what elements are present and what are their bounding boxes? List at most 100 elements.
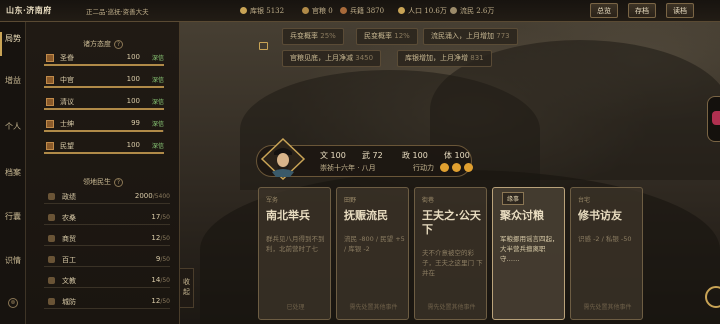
card-footer: 已处理: [286, 304, 305, 311]
card-title: 王夫之·公天下: [422, 209, 481, 236]
faction-icon: [46, 142, 54, 150]
overview-button[interactable]: 总览: [590, 3, 618, 18]
stat-zheng: 政 100: [402, 151, 428, 160]
trade-icon: [48, 235, 55, 242]
top-bar: 山东·济南府 正二品·巡抚·资善大夫 库银 5132 官粮 0 兵籍 3870 …: [0, 0, 720, 22]
stance-fill: [44, 86, 164, 88]
record-icon: [712, 111, 720, 125]
card-category: 街巷: [422, 197, 435, 204]
card-category: 田野: [344, 197, 357, 204]
stance-row: 士绅 99 深信: [44, 119, 164, 136]
dev-row: 文教 14/50: [44, 276, 170, 293]
mutiny-chance: 兵变概率 25%: [282, 28, 344, 45]
governor-portrait[interactable]: [260, 138, 306, 180]
stance-fill: [44, 108, 164, 110]
dev-title: 领地民生?: [26, 177, 180, 187]
tab-buffs[interactable]: 增益: [0, 76, 26, 86]
stat-wen: 文 100: [320, 151, 346, 160]
action-points-label: 行动力: [413, 164, 434, 172]
card-desc: 识感 -2 / 私银 -50: [578, 235, 632, 243]
resource-grain: 官粮 0: [302, 6, 333, 16]
card-desc: 群兵见八月得到不到利，北前营时了七: [266, 235, 325, 253]
side-widget[interactable]: [707, 96, 720, 142]
card-category: 军务: [266, 197, 279, 204]
stance-fill: [44, 64, 164, 66]
resource-silver: 库银 5132: [240, 6, 284, 16]
card-title: 修书访友: [578, 209, 622, 222]
craft-icon: [48, 256, 55, 263]
action-point-dot: [452, 163, 461, 172]
help-icon[interactable]: ?: [114, 40, 123, 49]
card-footer: 需先处置其他事件: [583, 304, 632, 311]
collapse-button[interactable]: 收起: [180, 268, 194, 308]
card-title: 聚众讨粮: [500, 209, 544, 222]
card-footer: 需先处置其他事件: [427, 304, 476, 311]
settings-icon[interactable]: ⊗: [8, 298, 18, 308]
stance-row: 圣眷 100 深信: [44, 53, 164, 70]
dev-row: 百工 9/50: [44, 255, 170, 272]
faction-icon: [46, 120, 54, 128]
status-panel: 诸方态度? 圣眷 100 深信 中官 100 深信 清议 100 深信 士绅 9…: [26, 22, 180, 324]
vertical-nav: 局势 增益 个人 档案 行囊 识情 ⊗: [0, 22, 26, 324]
load-button[interactable]: 读档: [666, 3, 694, 18]
card-desc: 军粮挪用谣言四起，大半营兵擅离职守……: [500, 235, 559, 263]
education-icon: [48, 277, 55, 284]
card-category: 缘事: [502, 192, 525, 205]
help-icon[interactable]: ?: [114, 178, 123, 187]
stance-row: 清议 100 深信: [44, 97, 164, 114]
stance-row: 中官 100 深信: [44, 75, 164, 92]
faction-icon: [46, 98, 54, 106]
dev-row: 城防 12/50: [44, 297, 170, 314]
card-title: 南北举兵: [266, 209, 310, 222]
event-card[interactable]: 街巷 王夫之·公天下 夫不介意被空的彩子，王夫之这里门 下并在 需先处置其他事件: [414, 187, 487, 320]
coin-icon: [240, 7, 247, 14]
card-category: 台宅: [578, 197, 591, 204]
stance-title: 诸方态度?: [26, 39, 180, 49]
resource-population: 人口 10.6万: [398, 6, 447, 16]
tab-archive[interactable]: 档案: [0, 168, 26, 178]
resource-refugees: 流民 2.6万: [450, 6, 494, 16]
action-point-dot: [464, 163, 473, 172]
card-desc: 流民 -800 / 民望 +5 / 库银 -2: [344, 235, 405, 253]
game-date: 崇祯十六年 · 八月: [320, 164, 376, 172]
dev-row: 政绩 2000/5400: [44, 192, 170, 209]
action-point-dot: [440, 163, 449, 172]
ring-icon[interactable]: [705, 286, 720, 308]
event-card-active[interactable]: 缘事 聚众讨粮 军粮挪用谣言四起，大半营兵擅离职守……: [492, 187, 565, 320]
tab-intel[interactable]: 识情: [0, 256, 26, 266]
event-card[interactable]: 军务 南北举兵 群兵见八月得到不到利，北前营时了七 已处理: [258, 187, 331, 320]
tab-situation[interactable]: 局势: [0, 32, 26, 56]
revolt-chance: 民变概率 12%: [356, 28, 418, 45]
dev-row: 农桑 17/50: [44, 213, 170, 230]
tab-inventory[interactable]: 行囊: [0, 212, 26, 222]
grain-icon: [302, 7, 309, 14]
card-title: 抚赈流民: [344, 209, 388, 222]
people-icon: [398, 7, 405, 14]
defense-icon: [48, 298, 55, 305]
region-name: 山东·济南府: [6, 5, 52, 15]
achievement-icon: [48, 193, 55, 200]
stat-wu: 武 72: [362, 151, 383, 160]
stance-fill: [44, 152, 164, 154]
resource-soldiers: 兵籍 3870: [340, 6, 384, 16]
faction-icon: [46, 76, 54, 84]
save-button[interactable]: 存档: [628, 3, 656, 18]
card-desc: 夫不介意被空的彩子，王夫之这里门 下并在: [422, 249, 483, 277]
tab-personal[interactable]: 个人: [0, 122, 26, 132]
event-card[interactable]: 田野 抚赈流民 流民 -800 / 民望 +5 / 库银 -2 需先处置其他事件: [336, 187, 409, 320]
stance-fill: [44, 130, 163, 132]
farm-icon: [48, 214, 55, 221]
stance-row: 民望 100 深信: [44, 141, 164, 158]
refugee-icon: [450, 7, 457, 14]
soldier-icon: [340, 7, 347, 14]
card-footer: 需先处置其他事件: [349, 304, 398, 311]
message-icon[interactable]: [259, 42, 268, 50]
stat-ti: 体 100: [444, 151, 470, 160]
refugee-inflow: 流民涌入，上月增加 773: [423, 28, 518, 45]
dev-row: 商贸 12/50: [44, 234, 170, 251]
silver-increase: 库银增加，上月净增 831: [397, 50, 492, 67]
faction-icon: [46, 54, 54, 62]
grain-decline: 官粮见底，上月净减 3450: [282, 50, 382, 67]
event-card[interactable]: 台宅 修书访友 识感 -2 / 私银 -50 需先处置其他事件: [570, 187, 643, 320]
official-rank: 正二品·巡抚·资善大夫: [86, 8, 149, 16]
